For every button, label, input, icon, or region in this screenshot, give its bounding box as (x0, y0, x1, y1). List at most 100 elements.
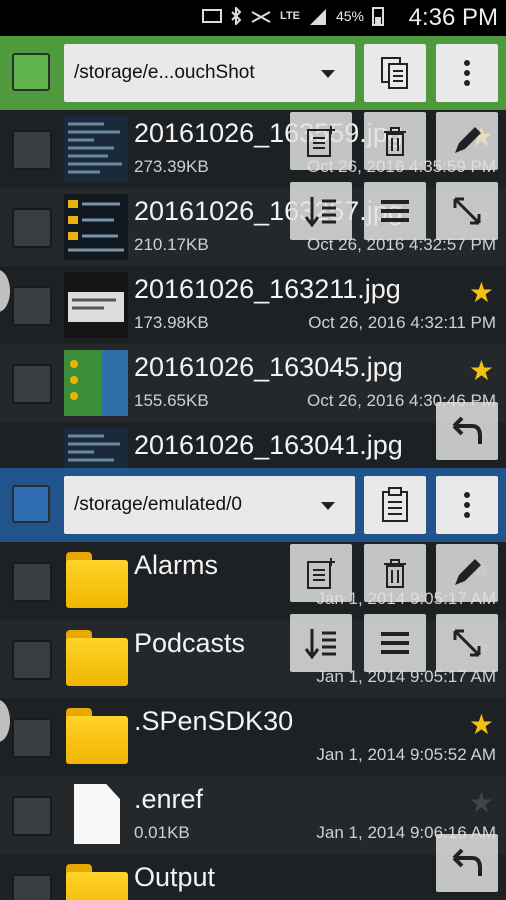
bluetooth-icon (231, 7, 242, 25)
rename-button[interactable] (436, 112, 498, 170)
list-view-button[interactable] (364, 614, 426, 672)
file-name: 20161026_163257.jpg (134, 196, 403, 226)
more-options-button[interactable] (436, 476, 498, 534)
bottom-pane-toolbar: /storage/emulated/0 (0, 468, 506, 542)
list-item[interactable]: Output (0, 854, 506, 900)
new-file-button[interactable] (290, 544, 352, 602)
undo-icon (452, 416, 482, 444)
folder-icon (66, 708, 128, 764)
row-checkbox[interactable] (12, 130, 52, 170)
path-text: /storage/e...ouchShot (74, 62, 255, 83)
sort-button[interactable] (290, 182, 352, 240)
sort-icon (304, 629, 336, 659)
copy-button[interactable] (364, 44, 426, 102)
list-item[interactable]: 20161026_163041.jpg (0, 422, 506, 468)
cast-icon (202, 9, 222, 23)
file-name: Alarms (134, 550, 219, 580)
file-size: 210.17KB (134, 235, 209, 254)
star-icon[interactable]: ★ (469, 354, 494, 387)
row-checkbox[interactable] (12, 286, 52, 326)
row-checkbox[interactable] (12, 796, 52, 836)
undo-icon (452, 848, 482, 876)
star-icon[interactable]: ★ (469, 276, 494, 309)
file-name: 20161026_163041.jpg (134, 430, 403, 460)
delete-button[interactable] (364, 112, 426, 170)
list-item[interactable]: 20161026_163211.jpg 173.98KB Oct 26, 201… (0, 266, 506, 344)
row-checkbox[interactable] (12, 562, 52, 602)
delete-button[interactable] (364, 544, 426, 602)
row-checkbox[interactable] (12, 208, 52, 248)
star-icon[interactable]: ★ (469, 786, 494, 819)
path-dropdown[interactable]: /storage/emulated/0 (64, 476, 355, 534)
row-checkbox[interactable] (12, 874, 52, 900)
dropdown-arrow-icon (321, 502, 335, 510)
sort-icon (304, 197, 336, 227)
list-item[interactable]: .SPenSDK30 Jan 1, 2014 9:05:52 AM ★ (0, 698, 506, 776)
image-thumbnail (64, 194, 128, 260)
list-item[interactable]: 20161026_163559.jpg 273.39KB Oct 26, 201… (0, 110, 506, 188)
signal-icon (309, 9, 326, 25)
mute-icon (251, 11, 271, 23)
sort-button[interactable] (290, 614, 352, 672)
paste-icon (382, 487, 408, 522)
copy-icon (381, 57, 408, 89)
list-view-button[interactable] (364, 182, 426, 240)
new-file-icon (307, 558, 335, 589)
trash-icon (384, 559, 406, 588)
expand-icon (453, 629, 481, 657)
expand-button[interactable] (436, 614, 498, 672)
back-button[interactable] (436, 834, 498, 892)
status-icons: LTE 45% (202, 6, 384, 26)
list-item[interactable]: 20161026_163257.jpg 210.17KB Oct 26, 201… (0, 188, 506, 266)
pencil-icon (455, 127, 481, 153)
list-icon (381, 632, 409, 654)
file-name: Podcasts (134, 628, 246, 658)
folder-icon (66, 630, 128, 686)
more-vert-icon (464, 60, 470, 86)
file-size: 155.65KB (134, 391, 209, 410)
file-name: .enref (134, 784, 204, 814)
select-all-checkbox[interactable] (12, 485, 50, 523)
file-name: 20161026_163559.jpg (134, 118, 403, 148)
path-text: /storage/emulated/0 (74, 494, 242, 515)
file-size: 173.98KB (134, 313, 209, 332)
trash-icon (384, 127, 406, 156)
file-date: Oct 26, 2016 4:32:11 PM (308, 313, 496, 332)
image-thumbnail (64, 428, 128, 468)
file-size: 0.01KB (134, 823, 190, 842)
clock: 4:36 PM (408, 4, 498, 31)
select-all-checkbox[interactable] (12, 53, 50, 91)
dropdown-arrow-icon (321, 70, 335, 78)
rename-button[interactable] (436, 544, 498, 602)
list-item[interactable]: .enref 0.01KB Jan 1, 2014 9:06:16 AM ★ (0, 776, 506, 854)
file-name: 20161026_163045.jpg (134, 352, 403, 382)
back-button[interactable] (436, 402, 498, 460)
row-checkbox[interactable] (12, 364, 52, 404)
pencil-icon (455, 559, 481, 585)
more-vert-icon (464, 492, 470, 518)
list-item[interactable]: Podcasts Jan 1, 2014 9:05:17 AM ★ (0, 620, 506, 698)
status-bar: LTE 45% 4:36 PM (0, 0, 506, 36)
list-icon (381, 200, 409, 222)
folder-icon (66, 864, 128, 900)
list-item[interactable]: 20161026_163045.jpg 155.65KB Oct 26, 201… (0, 344, 506, 422)
more-options-button[interactable] (436, 44, 498, 102)
expand-button[interactable] (436, 182, 498, 240)
new-file-icon (307, 126, 335, 157)
new-file-button[interactable] (290, 112, 352, 170)
paste-button[interactable] (364, 476, 426, 534)
battery-percent: 45% (335, 8, 364, 24)
star-icon[interactable]: ★ (469, 708, 494, 741)
file-size: 273.39KB (134, 157, 209, 176)
file-name: 20161026_163211.jpg (134, 274, 401, 304)
list-item[interactable]: Alarms Jan 1, 2014 9:05:17 AM ★ (0, 542, 506, 620)
file-name: .SPenSDK30 (134, 706, 294, 736)
image-thumbnail (64, 116, 128, 182)
battery-icon (372, 7, 384, 26)
path-dropdown[interactable]: /storage/e...ouchShot (64, 44, 355, 102)
image-thumbnail (64, 272, 128, 338)
row-checkbox[interactable] (12, 640, 52, 680)
document-icon (74, 784, 120, 844)
row-checkbox[interactable] (12, 718, 52, 758)
file-date: Jan 1, 2014 9:05:52 AM (316, 745, 496, 764)
